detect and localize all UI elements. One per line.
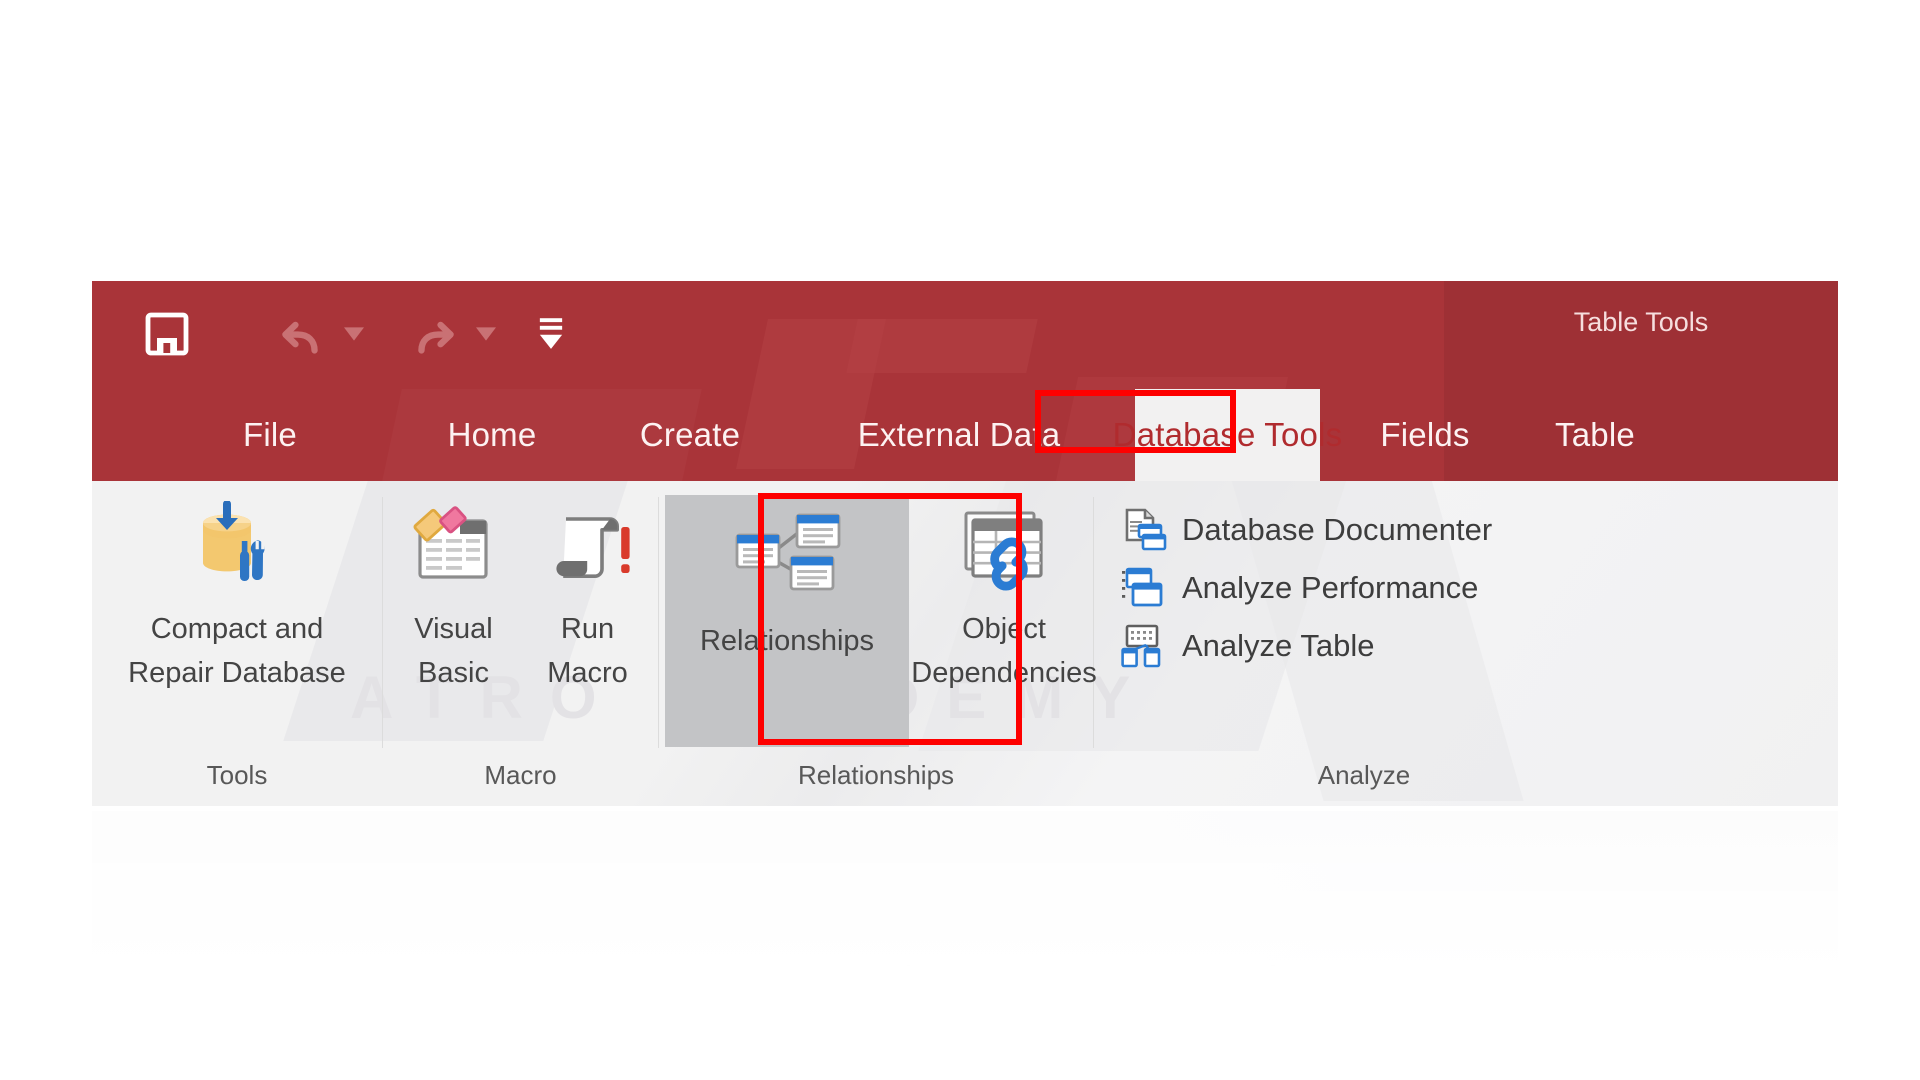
tab-label: Fields [1380,416,1470,453]
tab-file[interactable]: File [222,389,318,481]
ribbon-group-analyze: Database Documenter Analyze Performance … [1094,481,1838,806]
tab-database-tools[interactable]: Database Tools [1113,389,1342,481]
analyze-performance-icon [1120,565,1168,611]
database-repair-icon [187,501,287,597]
database-documenter-button[interactable]: Database Documenter [1112,505,1500,555]
chevron-down-icon [344,327,364,341]
object-dependencies-icon [954,501,1054,597]
button-label: Object Dependencies [911,613,1097,690]
ribbon-group-tools: Compact and Repair Database Tools [92,481,382,806]
redo-dropdown-button[interactable] [472,305,500,363]
chevron-down-icon [476,327,496,341]
button-label: Analyze Table [1182,628,1375,663]
ribbon-tab-strip: File Home Create External Data Database … [92,389,1838,481]
object-dependencies-button[interactable]: Object Dependencies [911,495,1097,695]
run-macro-icon [540,501,636,597]
undo-dropdown-button[interactable] [340,305,368,363]
tab-label: Table [1555,416,1635,453]
ribbon-reflection: Tools Macro Relationships Analyze Compac… [92,806,1838,966]
tab-label: External Data [857,416,1061,453]
group-label-analyze: Analyze [1317,760,1411,790]
tab-label: File [243,416,297,453]
button-label: Database Documenter [1182,512,1493,547]
button-label: Run Macro [547,613,628,690]
ribbon-header: Table Tools Dat File Home Create Externa… [92,281,1838,481]
visual-basic-button[interactable]: Visual Basic [388,495,520,695]
button-label: Relationships [699,625,875,657]
redo-icon [407,310,461,358]
run-macro-button[interactable]: Run Macro [522,495,654,695]
group-label-macro: Macro [484,760,557,790]
ribbon-body: ATRO ACADEMY Compact and Repair Database… [92,481,1838,806]
redo-button[interactable] [402,305,466,363]
reflection-fade [92,806,1838,976]
tab-table[interactable]: Table [1530,389,1660,481]
reflection-text: Analyze [1212,963,1315,966]
database-documenter-icon [1120,507,1168,553]
button-label: Compact and Repair Database [128,613,346,690]
tab-label: Create [639,416,741,453]
analyze-table-button[interactable]: Analyze Table [1112,621,1500,671]
analyze-performance-button[interactable]: Analyze Performance [1112,563,1500,613]
relationships-icon [731,501,843,609]
group-label-relationships: Relationships [797,760,955,790]
save-icon [143,310,191,358]
reflection-text: Relationships [762,963,936,966]
compact-and-repair-database-button[interactable]: Compact and Repair Database [106,495,368,695]
visual-basic-icon [406,501,502,597]
reflection-text: Macro [512,963,593,966]
undo-button[interactable] [270,305,334,363]
button-label: Analyze Performance [1182,570,1479,605]
contextual-tab-group-title: Table Tools [1573,307,1709,337]
tab-create[interactable]: Create [610,389,770,481]
tab-fields[interactable]: Fields [1360,389,1490,481]
tab-label: Database Tools [1112,416,1343,453]
group-label-tools: Tools [206,760,268,790]
tab-home[interactable]: Home [422,389,562,481]
customize-quick-access-icon [538,317,564,351]
reflection-text: Tools [262,963,330,966]
customize-quick-access-toolbar-button[interactable] [534,305,568,363]
ribbon-group-macro: Visual Basic Run Macro Macro [383,481,658,806]
relationships-button[interactable]: Relationships [665,495,909,747]
analyze-table-icon [1120,623,1168,669]
button-label: Visual Basic [414,613,493,690]
tab-label: Home [447,416,537,453]
ribbon-groups: Compact and Repair Database Tools Visual… [92,481,1838,806]
save-button[interactable] [140,305,194,363]
access-ribbon: Table Tools Dat File Home Create Externa… [92,281,1838,806]
ribbon-group-relationships: Relationships Object Dependencies Relati… [659,481,1097,806]
screenshot-canvas: Table Tools Dat File Home Create Externa… [0,0,1920,1080]
undo-icon [275,310,329,358]
tab-external-data[interactable]: External Data [814,389,1104,481]
